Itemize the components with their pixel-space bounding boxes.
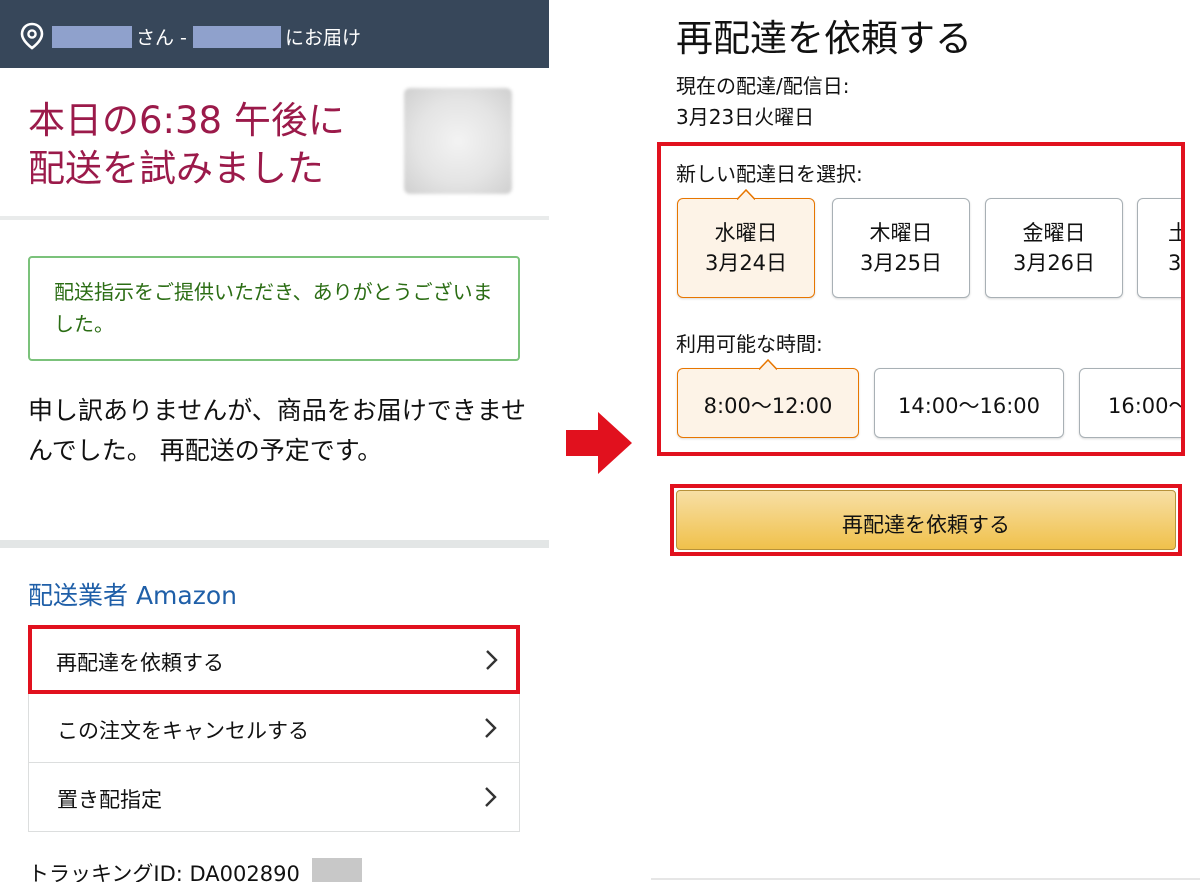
location-pin-icon	[20, 22, 44, 50]
date-value: 3月26日	[1012, 251, 1096, 275]
date-value: 3月25日	[859, 251, 943, 275]
status-line-1: 本日の6:38 午後に	[28, 99, 345, 142]
carrier-heading: 配送業者 Amazon	[28, 581, 237, 610]
time-range: 16:00〜	[1108, 394, 1185, 418]
date-day: 金曜日	[1022, 221, 1086, 245]
success-alert: 配送指示をご提供いただき、ありがとうございました。	[28, 256, 520, 361]
drop-off-instructions-item[interactable]: 置き配指定	[28, 763, 520, 832]
alert-message: 配送指示をご提供いただき、ありがとうございました。	[54, 280, 493, 336]
menu-item-label: この注文をキャンセルする	[57, 719, 309, 743]
caret-icon	[759, 359, 777, 370]
time-range: 14:00〜16:00	[897, 394, 1041, 418]
tracking-id: トラッキングID: DA002890	[28, 862, 300, 882]
divider	[651, 878, 1200, 880]
delivery-actions-menu: 再配達を依頼する この注文をキャンセルする 置き配指定	[28, 625, 520, 832]
cancel-order-item[interactable]: この注文をキャンセルする	[28, 694, 520, 763]
chevron-right-icon	[486, 650, 498, 670]
menu-item-label: 再配達を依頼する	[56, 651, 224, 675]
page-title: 再配達を依頼する	[676, 17, 972, 60]
redacted-address	[193, 26, 281, 48]
time-section-label: 利用可能な時間:	[676, 332, 823, 356]
time-option[interactable]: 14:00〜16:00	[874, 368, 1064, 438]
current-delivery-label: 現在の配達/配信日:	[676, 74, 850, 98]
deliver-to-suffix: にお届け	[285, 27, 362, 49]
status-line-2: 配送を試みました	[28, 147, 324, 190]
recipient-suffix: さん -	[136, 27, 187, 49]
date-day: 土	[1168, 218, 1181, 248]
redacted-tracking-suffix	[312, 858, 362, 882]
date-option[interactable]: 金曜日 3月26日	[985, 198, 1123, 298]
delivery-attempt-status: 本日の6:38 午後に 配送を試みました	[28, 97, 345, 193]
redelivery-request-screen: 再配達を依頼する 現在の配達/配信日: 3月23日火曜日 新しい配達日を選択: …	[651, 0, 1200, 882]
request-redelivery-item[interactable]: 再配達を依頼する	[28, 625, 520, 694]
menu-item-label: 置き配指定	[57, 788, 162, 812]
time-range: 8:00〜12:00	[703, 394, 833, 418]
date-option[interactable]: 土 3月	[1137, 198, 1182, 298]
current-delivery-date: 3月23日火曜日	[676, 105, 815, 129]
red-arrow-right-icon	[566, 412, 632, 474]
date-section-label: 新しい配達日を選択:	[676, 162, 863, 186]
request-redelivery-button[interactable]: 再配達を依頼する	[676, 490, 1176, 550]
redacted-name	[52, 26, 132, 48]
delivery-status-screen: さん - にお届け 本日の6:38 午後に 配送を試みました 配送指示をご提供い…	[0, 0, 549, 882]
date-day: 水曜日	[714, 221, 778, 245]
submit-highlight-box: 再配達を依頼する	[670, 484, 1182, 556]
time-option-selected[interactable]: 8:00〜12:00	[677, 359, 859, 438]
selection-highlight-box: 新しい配達日を選択: 水曜日 3月24日 木曜日 3月25日 金曜日 3月26日…	[657, 142, 1185, 456]
date-day: 木曜日	[869, 221, 933, 245]
chevron-right-icon	[485, 787, 497, 807]
date-option[interactable]: 木曜日 3月25日	[832, 198, 970, 298]
section-divider	[0, 540, 549, 548]
date-value: 3月	[1168, 251, 1182, 275]
chevron-right-icon	[485, 718, 497, 738]
delivery-address-bar[interactable]: さん - にお届け	[0, 0, 549, 68]
caret-icon	[737, 189, 755, 200]
product-thumbnail[interactable]	[404, 88, 512, 194]
time-option[interactable]: 16:00〜	[1079, 368, 1185, 438]
divider	[0, 216, 549, 220]
date-value: 3月24日	[704, 251, 788, 275]
button-label: 再配達を依頼する	[842, 513, 1010, 537]
apology-message: 申し訳ありませんが、商品をお届けできませんでした。 再配送の予定です。	[28, 396, 527, 465]
date-option-selected[interactable]: 水曜日 3月24日	[677, 189, 815, 298]
